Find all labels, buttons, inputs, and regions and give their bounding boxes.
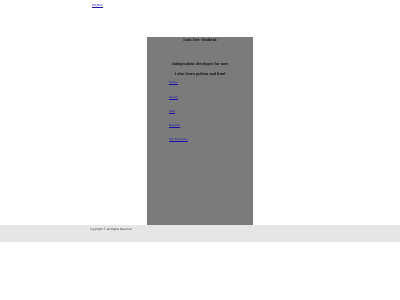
nav-link-test[interactable]: Test — [169, 109, 175, 113]
top-link[interactable]: GitHub — [92, 3, 103, 7]
tagline-secondary: I also learn python and html — [174, 72, 226, 76]
footer-copyright: Copyright © All Rights Reserved — [90, 228, 132, 231]
panel-title: Luis Dev Student — [183, 38, 217, 42]
page: GitHub Luis Dev Student Independent deve… — [0, 0, 400, 300]
nav-link-home[interactable]: Home — [169, 80, 178, 84]
footer-bar: Copyright © All Rights Reserved — [0, 225, 400, 242]
nav-link-about[interactable]: about — [169, 95, 178, 99]
nav-link-portfolio[interactable]: My Portfolio — [169, 137, 188, 141]
nav-link-results[interactable]: Results — [169, 123, 180, 127]
profile-panel: Luis Dev Student Independent developer f… — [147, 37, 253, 225]
tagline-primary: Independent developer for now — [172, 62, 228, 66]
